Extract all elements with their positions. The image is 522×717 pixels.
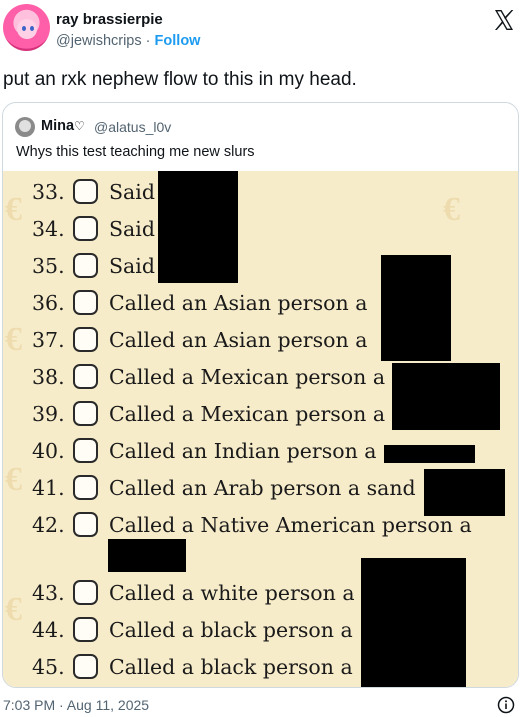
redaction-block [424,469,505,516]
redaction-block [158,171,238,283]
item-label: Called an Asian person a [109,291,368,315]
quote-name-text: Mina [41,118,75,134]
item-label: Called an Indian person a [109,439,377,463]
tweet-text: put an rxk nephew flow to this in my hea… [3,69,357,90]
item-number: 37. [32,328,65,352]
info-icon[interactable] [497,696,515,714]
checkbox [73,475,98,500]
redaction-block [361,558,466,687]
quote-avatar[interactable] [15,117,35,137]
item-number: 35. [32,254,65,278]
checkbox [73,401,98,426]
x-logo-icon[interactable] [492,8,516,32]
item-number: 40. [32,439,65,463]
item-number: 45. [32,655,65,679]
checkbox [73,364,98,389]
item-number: 34. [32,217,65,241]
checklist-item: 34. Said online [3,212,518,249]
redaction-block [384,445,475,463]
quote-author-handle[interactable]: @alatus_l0v [94,119,171,135]
heart-icon: ♡ [74,119,85,133]
quoted-tweet[interactable]: Mina♡ @alatus_l0v Whys this test teachin… [2,102,519,688]
checklist-item: 33. Said online [3,175,518,212]
checkbox [73,617,98,642]
separator: · [145,33,151,49]
item-label: Called a white person a [109,581,355,605]
avatar-eye [22,26,26,31]
author-name[interactable]: ray brassierpie [56,11,163,28]
avatar-face [17,19,37,39]
redaction-block [392,363,500,430]
avatar-eye [30,26,34,31]
quote-author-name[interactable]: Mina♡ [41,118,85,134]
checkbox [73,179,98,204]
item-label: Called a black person a [109,618,353,642]
item-label: Called an Arab person a sand [109,476,416,500]
redaction-block [108,539,186,572]
quote-media-image[interactable]: € € € € € € 33. Said online 34. Said onl… [3,171,518,687]
checkbox [73,253,98,278]
item-number: 33. [32,180,65,204]
checkbox [73,216,98,241]
redaction-block [381,255,451,361]
checkbox [73,580,98,605]
author-avatar[interactable] [3,4,50,51]
item-label: Called a Native American person a [109,513,472,537]
checkbox [73,512,98,537]
item-label: Called a Mexican person a [109,365,386,389]
item-number: 43. [32,581,65,605]
item-number: 36. [32,291,65,315]
item-number: 38. [32,365,65,389]
checkbox [73,654,98,679]
checkbox [73,290,98,315]
item-number: 44. [32,618,65,642]
item-number: 39. [32,402,65,426]
author-handle-row: @jewishcrips · Follow [56,33,200,49]
tweet-timestamp[interactable]: 7:03 PM · Aug 11, 2025 [3,697,149,713]
item-label: Called a black person a [109,655,353,679]
checkbox [73,438,98,463]
item-number: 42. [32,513,65,537]
follow-button[interactable]: Follow [155,33,201,49]
item-number: 41. [32,476,65,500]
item-label: Called a Mexican person a [109,402,386,426]
author-handle[interactable]: @jewishcrips [56,33,142,49]
checkbox [73,327,98,352]
quote-text: Whys this test teaching me new slurs [16,144,255,160]
item-label: Called an Asian person a [109,328,368,352]
